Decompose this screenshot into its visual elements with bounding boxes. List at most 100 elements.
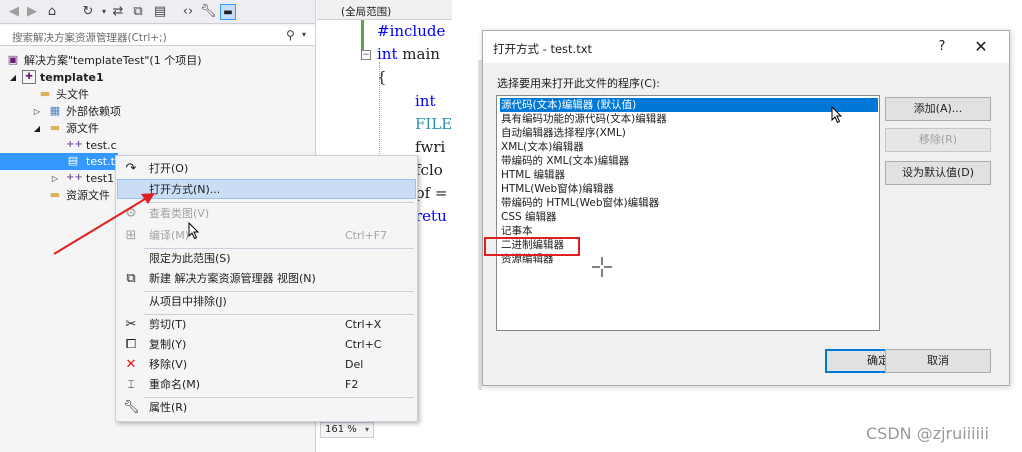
search-options-icon[interactable]: ▾ bbox=[302, 30, 306, 39]
program-list-label: 选择要用来打开此文件的程序(C): bbox=[497, 77, 660, 90]
help-button[interactable]: ? bbox=[935, 39, 949, 54]
menu-item-scope-to-this[interactable]: 限定为此范围(S) bbox=[117, 249, 416, 269]
preview-toggle-icon[interactable]: ▬ bbox=[220, 4, 236, 20]
expand-arrow-icon[interactable]: ▷ bbox=[32, 103, 42, 120]
program-list[interactable]: 源代码(文本)编辑器 (默认值) 具有编码功能的源代码(文本)编辑器 自动编辑器… bbox=[496, 95, 880, 331]
collapse-arrow-icon[interactable]: ◢ bbox=[32, 120, 42, 137]
code-text: fclo bbox=[415, 161, 443, 179]
menu-item-label: 编译(M) bbox=[149, 229, 190, 242]
tree-item-solution[interactable]: ▣ 解决方案"templateTest"(1 个项目) bbox=[0, 52, 315, 69]
expand-arrow-icon[interactable]: ▷ bbox=[50, 170, 60, 187]
menu-item-label: 新建 解决方案资源管理器 视图(N) bbox=[149, 272, 316, 285]
sync-icon[interactable]: ↻ bbox=[80, 4, 96, 20]
back-icon[interactable]: ◀ bbox=[6, 4, 22, 20]
show-all-files-icon[interactable]: ▤ bbox=[152, 4, 168, 20]
scope-dropdown[interactable]: (全局范围) bbox=[317, 0, 452, 20]
menu-item-cut[interactable]: ✂ 剪切(T) Ctrl+X bbox=[117, 315, 416, 335]
program-list-item[interactable]: CSS 编辑器 bbox=[500, 210, 878, 224]
tree-item-label: test.c bbox=[86, 139, 117, 152]
code-text: { bbox=[377, 68, 387, 86]
program-list-item[interactable]: HTML 编辑器 bbox=[500, 168, 878, 182]
menu-item-open-with[interactable]: 打开方式(N)... bbox=[117, 179, 416, 199]
pointer-cursor-icon bbox=[188, 222, 200, 240]
menu-item-rename[interactable]: ⌶ 重命名(M) F2 bbox=[117, 375, 416, 395]
remove-icon: ✕ bbox=[125, 357, 137, 372]
menu-item-shortcut: F2 bbox=[345, 378, 359, 391]
collapse-all-icon[interactable]: ⧉ bbox=[130, 4, 146, 20]
solution-icon: ▣ bbox=[7, 53, 19, 66]
menu-item-view-class-diagram[interactable]: ⚙ 查看类图(V) bbox=[117, 204, 416, 224]
menu-item-shortcut: Del bbox=[345, 358, 364, 371]
remove-button[interactable]: 移除(R) bbox=[885, 128, 991, 152]
dialog-title: 打开方式 - test.txt bbox=[493, 42, 593, 56]
cpp-file-icon: ++ bbox=[66, 139, 83, 150]
menu-item-new-explorer-view[interactable]: ⧉ 新建 解决方案资源管理器 视图(N) bbox=[117, 269, 416, 289]
code-line: fwri bbox=[415, 138, 445, 156]
program-list-item[interactable]: 源代码(文本)编辑器 (默认值) bbox=[500, 98, 878, 112]
properties-wrench-icon[interactable]: 🔧︎ bbox=[200, 4, 217, 20]
menu-item-label: 移除(V) bbox=[149, 358, 188, 371]
program-list-item[interactable]: 具有编码功能的源代码(文本)编辑器 bbox=[500, 112, 878, 126]
cut-icon: ✂ bbox=[125, 317, 137, 332]
pointer-cursor-icon bbox=[831, 106, 843, 124]
zoom-value: 161 % bbox=[325, 424, 357, 435]
menu-item-shortcut: Ctrl+X bbox=[345, 318, 382, 331]
search-box[interactable]: 搜索解决方案资源管理器(Ctrl+;) ⚲ ▾ bbox=[0, 26, 315, 46]
menu-item-remove[interactable]: ✕ 移除(V) Del bbox=[117, 355, 416, 375]
code-line: int main bbox=[377, 45, 440, 63]
tree-item-label: template1 bbox=[40, 71, 104, 84]
zoom-level-dropdown[interactable]: 161 % ▾ bbox=[320, 422, 374, 438]
highlight-box bbox=[484, 237, 580, 256]
chevron-down-icon: ▾ bbox=[365, 425, 370, 434]
program-list-item[interactable]: HTML(Web窗体)编辑器 bbox=[500, 182, 878, 196]
tree-item-test-txt[interactable]: ▤ test.t bbox=[0, 153, 118, 170]
folder-icon: ▬ bbox=[39, 87, 51, 100]
tree-item-label: 资源文件 bbox=[66, 189, 110, 202]
code-line: fclo bbox=[415, 161, 443, 179]
collapse-arrow-icon[interactable]: ◢ bbox=[8, 69, 18, 86]
view-code-icon[interactable]: ‹› bbox=[180, 4, 196, 20]
rename-icon: ⌶ bbox=[127, 378, 135, 391]
program-list-item[interactable]: 自动编辑器选择程序(XML) bbox=[500, 126, 878, 140]
tree-item-label: 外部依赖项 bbox=[66, 105, 121, 118]
solution-explorer-toolbar: ◀ ▶ ⌂ ↻ ▾ ⇄ ⧉ ▤ ‹› 🔧︎ ▬ bbox=[0, 0, 315, 24]
refresh-icon[interactable]: ⇄ bbox=[110, 4, 126, 20]
tree-item-label: 头文件 bbox=[56, 88, 89, 101]
menu-item-exclude-from-project[interactable]: 从项目中排除(J) bbox=[117, 292, 416, 312]
menu-item-open[interactable]: ↷ 打开(O) bbox=[117, 159, 416, 179]
text-file-icon: ▤ bbox=[67, 154, 79, 167]
cancel-button[interactable]: 取消 bbox=[885, 349, 991, 373]
code-text: int bbox=[415, 92, 436, 110]
program-list-item[interactable]: 带编码的 HTML(Web窗体)编辑器 bbox=[500, 196, 878, 210]
program-list-item[interactable]: XML(文本)编辑器 bbox=[500, 140, 878, 154]
tree-item-external-deps[interactable]: ▷ ▦ 外部依赖项 bbox=[0, 103, 315, 120]
tree-item-project[interactable]: ◢ ✚ template1 bbox=[0, 69, 315, 86]
menu-item-properties[interactable]: 🔧︎ 属性(R) bbox=[117, 398, 416, 418]
fold-toggle-icon[interactable]: − bbox=[361, 50, 371, 60]
close-button[interactable]: ✕ bbox=[973, 37, 989, 56]
program-list-item[interactable]: 记事本 bbox=[500, 224, 878, 238]
add-button[interactable]: 添加(A)... bbox=[885, 97, 991, 121]
forward-icon[interactable]: ▶ bbox=[24, 4, 40, 20]
program-list-item[interactable]: 带编码的 XML(文本)编辑器 bbox=[500, 154, 878, 168]
tree-item-source-files[interactable]: ◢ ▬ 源文件 bbox=[0, 120, 315, 137]
code-line: int bbox=[415, 92, 436, 110]
tree-item-test1[interactable]: ▷ ++ test1 bbox=[0, 170, 118, 187]
search-icon[interactable]: ⚲ bbox=[286, 28, 295, 42]
set-default-button[interactable]: 设为默认值(D) bbox=[885, 161, 991, 185]
class-diagram-icon: ⚙ bbox=[125, 206, 137, 221]
code-line: FILE bbox=[415, 115, 452, 133]
tree-item-label: 源文件 bbox=[66, 122, 99, 135]
menu-item-label: 属性(R) bbox=[149, 401, 188, 414]
tree-item-header-files[interactable]: ▬ 头文件 bbox=[0, 86, 315, 103]
code-text: #include bbox=[377, 22, 446, 40]
tree-item-resource-files[interactable]: ▬ 资源文件 bbox=[0, 187, 118, 204]
menu-item-copy[interactable]: ⧠ 复制(Y) Ctrl+C bbox=[117, 335, 416, 355]
cpp-file-icon: ++ bbox=[66, 172, 83, 183]
properties-icon: 🔧︎ bbox=[123, 400, 140, 415]
home-icon[interactable]: ⌂ bbox=[44, 4, 60, 20]
tree-item-test-c[interactable]: ++ test.c bbox=[0, 137, 315, 154]
code-text: pf = bbox=[415, 184, 448, 202]
menu-item-label: 复制(Y) bbox=[149, 338, 187, 351]
menu-item-compile[interactable]: ⊞ 编译(M) Ctrl+F7 bbox=[117, 226, 416, 246]
